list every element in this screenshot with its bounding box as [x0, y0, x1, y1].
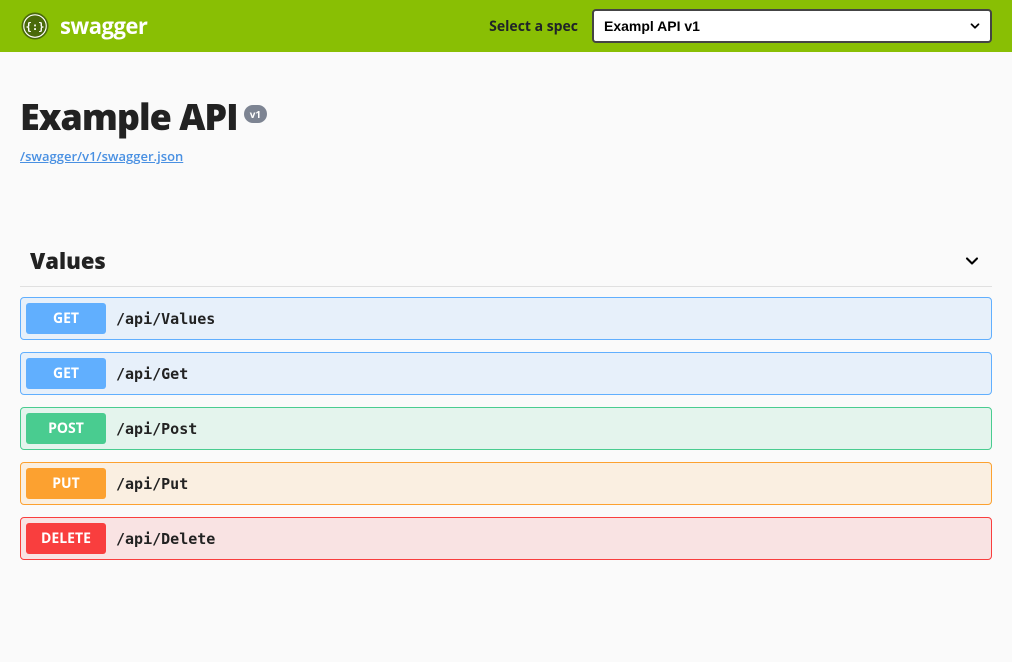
tag-name: Values [30, 246, 106, 276]
operation-path: /api/Get [116, 365, 188, 383]
operation-row[interactable]: PUT/api/Put [20, 462, 992, 505]
operation-path: /api/Put [116, 475, 188, 493]
chevron-down-icon [962, 251, 982, 271]
spec-selector: Select a spec Exampl API v1 [489, 9, 992, 43]
method-badge: DELETE [26, 523, 106, 554]
tag-section: Values GET/api/ValuesGET/api/GetPOST/api… [20, 246, 992, 560]
operation-row[interactable]: GET/api/Get [20, 352, 992, 395]
spec-select[interactable]: Exampl API v1 [592, 9, 992, 43]
swagger-logo-icon: {:} [20, 11, 50, 41]
main-content: Example API v1 /swagger/v1/swagger.json … [0, 52, 1012, 592]
spec-label: Select a spec [489, 17, 578, 36]
swagger-json-link[interactable]: /swagger/v1/swagger.json [20, 147, 183, 165]
operation-path: /api/Post [116, 420, 197, 438]
operation-row[interactable]: DELETE/api/Delete [20, 517, 992, 560]
operation-path: /api/Delete [116, 530, 215, 548]
method-badge: POST [26, 413, 106, 444]
svg-text:{:}: {:} [26, 21, 45, 33]
operations-list: GET/api/ValuesGET/api/GetPOST/api/PostPU… [20, 287, 992, 560]
method-badge: PUT [26, 468, 106, 499]
topbar: {:} swagger Select a spec Exampl API v1 [0, 0, 1012, 52]
operation-row[interactable]: POST/api/Post [20, 407, 992, 450]
method-badge: GET [26, 303, 106, 334]
version-badge: v1 [244, 105, 267, 123]
api-title: Example API [20, 92, 238, 141]
operation-path: /api/Values [116, 310, 215, 328]
tag-header[interactable]: Values [20, 246, 992, 287]
brand: {:} swagger [20, 11, 147, 41]
method-badge: GET [26, 358, 106, 389]
operation-row[interactable]: GET/api/Values [20, 297, 992, 340]
brand-name: swagger [60, 11, 147, 41]
